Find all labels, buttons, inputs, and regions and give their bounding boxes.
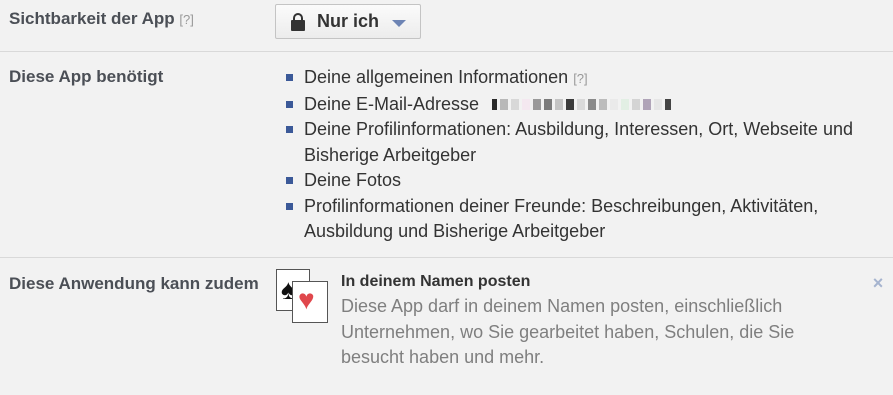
playing-cards-icon: ♠ ♥ (276, 269, 330, 323)
bullet-icon (286, 126, 293, 133)
permission-text: Profilinformationen deiner Freunde: Besc… (304, 195, 819, 242)
required-permissions-list: Deine allgemeinen Informationen [?] Dein… (286, 65, 886, 245)
visibility-label-text: Sichtbarkeit der App (9, 9, 175, 28)
permission-item-profile-info: Deine Profilinformationen: Ausbildung, I… (286, 117, 886, 168)
bullet-icon (286, 177, 293, 184)
bullet-icon (286, 202, 293, 210)
remove-permission-close-icon[interactable]: × (871, 274, 885, 292)
visibility-row: Sichtbarkeit der App [?] Nur ich (0, 0, 893, 51)
divider (0, 257, 893, 258)
permission-text: Deine Profilinformationen: Ausbildung, I… (304, 119, 853, 165)
permission-item-email: Deine E-Mail-Adresse (286, 92, 886, 118)
permission-item-photos: Deine Fotos (286, 168, 886, 194)
basic-info-help-link[interactable]: [?] (573, 71, 587, 86)
bullet-icon (286, 100, 293, 108)
permission-text: Deine E-Mail-Adresse (304, 93, 480, 114)
requires-label: Diese App benötigt (9, 67, 164, 86)
extended-permission-title: In deinem Namen posten (341, 273, 531, 290)
permission-item-basic-info: Deine allgemeinen Informationen [?] (286, 65, 886, 92)
visibility-label: Sichtbarkeit der App [?] (9, 6, 194, 32)
bullet-icon (286, 74, 293, 81)
visibility-help-link[interactable]: [?] (179, 12, 193, 27)
permission-text: Deine allgemeinen Informationen (304, 67, 569, 87)
permission-item-friends-info: Profilinformationen deiner Freunde: Besc… (286, 194, 886, 245)
privacy-selector-value: Nur ich (317, 11, 380, 31)
redacted-email (492, 99, 672, 111)
also-label: Diese Anwendung kann zudem (9, 274, 259, 293)
heart-card-icon: ♥ (292, 281, 328, 323)
lock-icon (291, 12, 305, 31)
caret-down-icon (392, 19, 407, 27)
app-permissions-dialog: Sichtbarkeit der App [?] Nur ich Diese A… (0, 0, 893, 395)
extended-permission-description: Diese App darf in deinem Namen posten, e… (341, 296, 795, 367)
privacy-selector-button[interactable]: Nur ich (275, 4, 421, 39)
divider (0, 51, 893, 52)
permission-text: Deine Fotos (304, 170, 402, 190)
